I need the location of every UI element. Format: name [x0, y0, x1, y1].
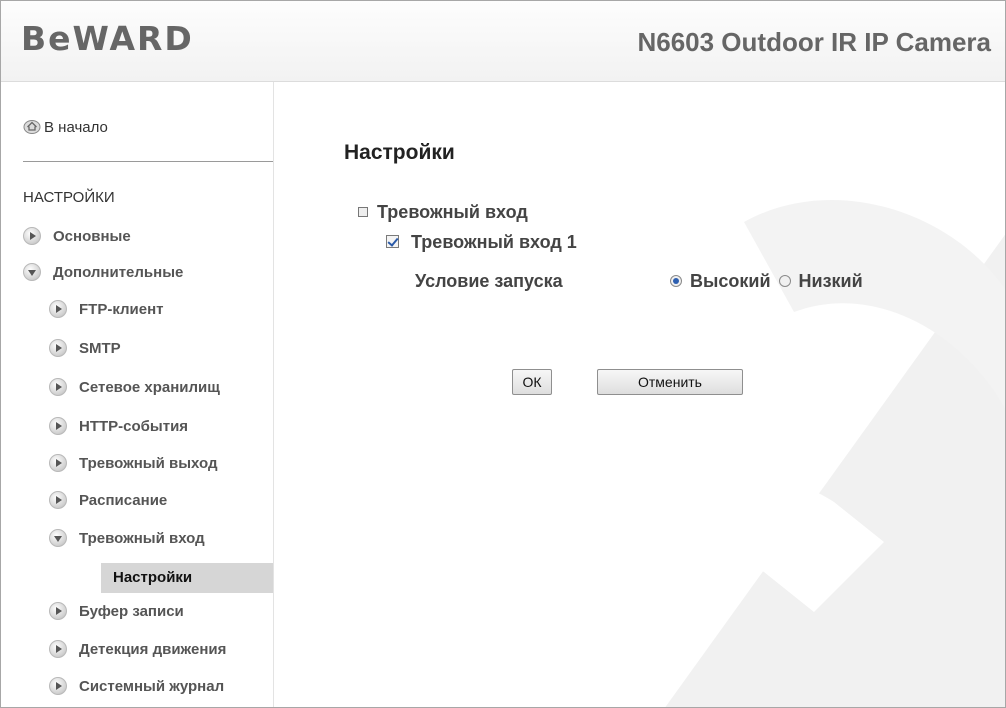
arrow-right-icon	[23, 227, 41, 245]
radio-high[interactable]	[670, 275, 682, 287]
sidebar-item-label: HTTP-события	[79, 418, 189, 435]
sidebar-divider	[23, 161, 273, 162]
sidebar-item-system-log[interactable]: Системный журнал	[49, 675, 224, 699]
sidebar-item-http-events[interactable]: HTTP-события	[49, 415, 188, 439]
sidebar-item-motion-detection[interactable]: Детекция движения	[49, 638, 226, 662]
sidebar-item-record-buffer[interactable]: Буфер записи	[49, 600, 184, 624]
arrow-right-icon	[49, 378, 67, 396]
cancel-button[interactable]: Отменить	[597, 369, 743, 395]
sidebar-item-label: Тревожный вход	[79, 530, 205, 547]
radio-low[interactable]	[778, 275, 791, 287]
arrow-right-icon	[49, 640, 67, 658]
arrow-down-icon	[23, 263, 41, 281]
trigger-condition-options: Высокий Низкий	[670, 271, 871, 292]
sidebar-item-label: Детекция движения	[79, 641, 227, 658]
sidebar-item-network-storage[interactable]: Сетевое хранилищ	[49, 376, 220, 400]
sidebar-item-label: Основные	[53, 228, 131, 245]
sidebar-item-schedule[interactable]: Расписание	[49, 489, 167, 513]
camera-model-title: N6603 Outdoor IR IP Camera	[637, 27, 991, 57]
watermark-logo-icon	[465, 199, 1005, 707]
page-title: Настройки	[344, 141, 455, 164]
alarm-input-1-label: Тревожный вход 1	[411, 232, 577, 252]
sidebar-item-smtp[interactable]: SMTP	[49, 337, 121, 361]
sidebar-item-label: Системный журнал	[79, 678, 225, 695]
brand-logo: BeWARD	[21, 19, 194, 58]
arrow-right-icon	[49, 677, 67, 695]
arrow-down-icon	[49, 529, 67, 547]
home-icon	[23, 118, 41, 134]
main-panel: Настройки Тревожный вход Тревожный вход …	[274, 82, 1005, 707]
settings-section-title: НАСТРОЙКИ	[23, 189, 115, 206]
sidebar-item-label: Тревожный выход	[79, 455, 218, 472]
sidebar-item-label: FTP-клиент	[79, 301, 164, 318]
alarm-input-1-row: Тревожный вход 1	[386, 232, 577, 253]
sidebar-item-label: Дополнительные	[53, 264, 184, 281]
radio-high-label: Высокий	[690, 271, 771, 291]
home-label: В начало	[44, 119, 108, 136]
sidebar-item-ftp-client[interactable]: FTP-клиент	[49, 298, 164, 322]
arrow-right-icon	[49, 300, 67, 318]
arrow-right-icon	[49, 491, 67, 509]
trigger-condition-label: Условие запуска	[415, 271, 563, 291]
sidebar-subitem-label: Настройки	[113, 569, 193, 586]
sidebar-item-label: Буфер записи	[79, 603, 184, 620]
arrow-right-icon	[49, 602, 67, 620]
sidebar-item-label: Расписание	[79, 492, 168, 509]
home-link[interactable]: В начало	[23, 118, 108, 136]
sidebar-item-advanced[interactable]: Дополнительные	[23, 261, 183, 285]
arrow-right-icon	[49, 417, 67, 435]
collapse-icon[interactable]	[358, 207, 368, 217]
sidebar-item-label: SMTP	[79, 340, 121, 357]
header: BeWARD N6603 Outdoor IR IP Camera	[1, 1, 1005, 82]
sidebar-item-label: Сетевое хранилищ	[79, 379, 220, 396]
arrow-right-icon	[49, 339, 67, 357]
sidebar-item-basic[interactable]: Основные	[23, 225, 131, 249]
alarm-input-1-checkbox[interactable]	[386, 235, 399, 248]
sidebar: В начало НАСТРОЙКИ Основные Дополнительн…	[1, 82, 274, 707]
ok-button[interactable]: ОК	[512, 369, 552, 395]
radio-low-label: Низкий	[798, 271, 863, 291]
app-frame: BeWARD N6603 Outdoor IR IP Camera В нача…	[0, 0, 1006, 708]
sidebar-item-alarm-output[interactable]: Тревожный выход	[49, 452, 217, 476]
sidebar-item-alarm-input[interactable]: Тревожный вход	[49, 527, 205, 551]
sidebar-subitem-settings[interactable]: Настройки	[101, 563, 273, 593]
alarm-input-group: Тревожный вход	[358, 202, 528, 223]
arrow-right-icon	[49, 454, 67, 472]
group-label: Тревожный вход	[377, 202, 528, 222]
